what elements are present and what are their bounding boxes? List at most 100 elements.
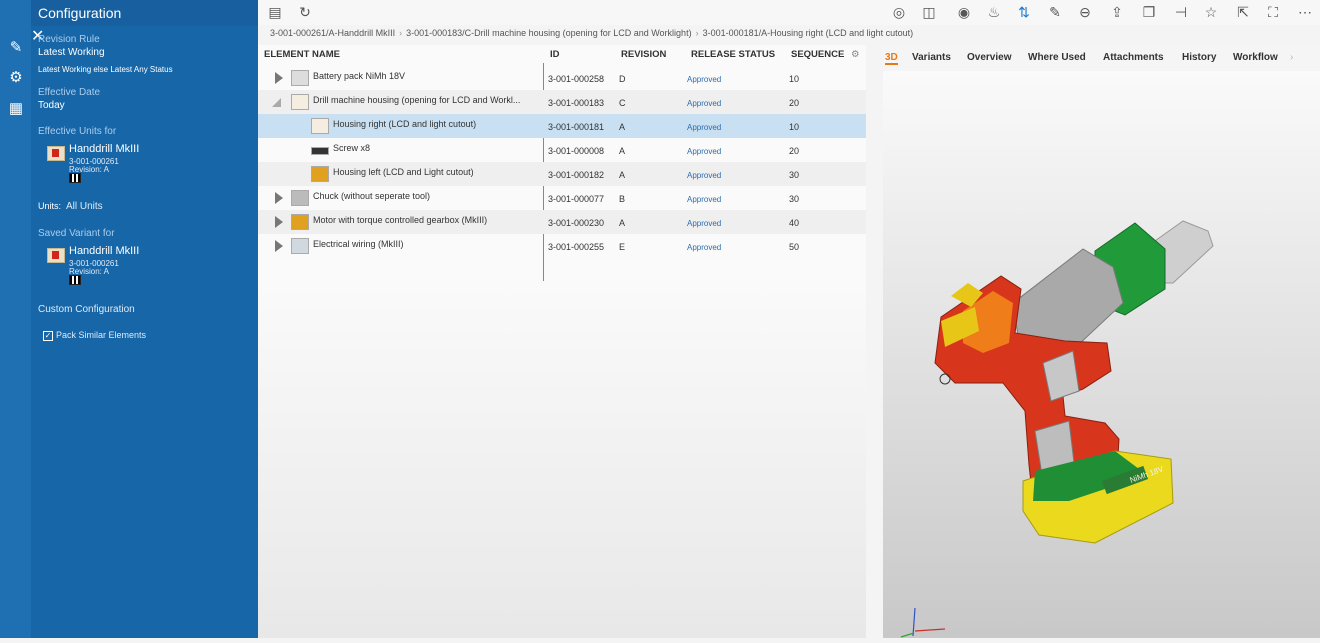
header-revision[interactable]: REVISION	[621, 49, 666, 60]
fit-view-icon[interactable]: ◎	[890, 3, 908, 21]
tab-where-used[interactable]: Where Used	[1028, 52, 1086, 63]
row-id: 3-001-000182	[548, 170, 605, 180]
saved-variant-label: Saved Variant for	[38, 228, 115, 239]
row-sequence: 50	[789, 242, 800, 252]
detail-panel: 3D Variants Overview Where Used Attachme…	[883, 45, 1320, 638]
effective-date-label: Effective Date	[38, 87, 101, 98]
configuration-icon[interactable]: ✎	[6, 38, 26, 58]
chevron-right-icon[interactable]: ›	[1290, 52, 1293, 63]
expand-icon[interactable]	[275, 72, 283, 84]
effective-unit-card[interactable]: Handdrill MkIII 3-001-000261 Revision: A	[47, 143, 247, 183]
toggle-panel-icon[interactable]: ▤	[266, 3, 284, 21]
share-icon[interactable]: ⇪	[1108, 3, 1126, 21]
table-row-selected[interactable]: Housing right (LCD and light cutout) 3-0…	[258, 114, 866, 138]
row-revision: A	[619, 170, 626, 180]
tab-overview[interactable]: Overview	[967, 52, 1011, 63]
row-status: Approved	[687, 243, 722, 252]
row-status: Approved	[687, 99, 722, 108]
row-id: 3-001-000258	[548, 74, 605, 84]
row-id: 3-001-000008	[548, 146, 605, 156]
drill-thumbnail	[47, 146, 65, 161]
custom-configuration-link[interactable]: Custom Configuration	[38, 304, 135, 315]
header-element-name[interactable]: ELEMENT NAME	[264, 49, 340, 60]
breadcrumb-item[interactable]: 3-001-000181/A-Housing right (LCD and li…	[703, 28, 914, 38]
row-revision: A	[619, 218, 626, 228]
breadcrumb-item[interactable]: 3-001-000261/A-Handdrill MkIII	[270, 28, 395, 38]
table-row[interactable]: Drill machine housing (opening for LCD a…	[258, 90, 866, 114]
drill-model: NiMh 18V	[900, 220, 1214, 638]
row-status: Approved	[687, 147, 722, 156]
more-icon[interactable]: ⋯	[1296, 3, 1314, 21]
row-status: Approved	[687, 195, 722, 204]
units-value[interactable]: All Units	[66, 201, 103, 212]
row-sequence: 40	[789, 218, 800, 228]
tab-history[interactable]: History	[1182, 52, 1216, 63]
revision-rule-detail: Latest Working else Latest Any Status	[38, 65, 173, 74]
saved-variant-card[interactable]: Handdrill MkIII 3-001-000261 Revision: A	[47, 245, 247, 285]
breadcrumb-item[interactable]: 3-001-000183/C-Drill machine housing (op…	[406, 28, 691, 38]
header-release-status[interactable]: RELEASE STATUS	[691, 49, 775, 60]
header-sequence[interactable]: SEQUENCE	[791, 49, 844, 60]
row-status: Approved	[687, 219, 722, 228]
structure-table: ELEMENT NAME ID REVISION RELEASE STATUS …	[258, 45, 866, 638]
revision-rule-value[interactable]: Latest Working	[38, 47, 105, 58]
edit-icon[interactable]: ✎	[1046, 3, 1064, 21]
chevron-right-icon: ›	[695, 28, 699, 38]
screw-thumbnail	[311, 147, 329, 155]
3d-viewport[interactable]: NiMh 18V	[883, 71, 1320, 638]
row-status: Approved	[687, 75, 722, 84]
detail-tabs: 3D Variants Overview Where Used Attachme…	[883, 45, 1320, 71]
effective-date-value[interactable]: Today	[38, 100, 65, 111]
expand-icon[interactable]	[275, 192, 283, 204]
structure-icon[interactable]: ⚙	[6, 68, 26, 88]
pack-similar-checkbox[interactable]: ✓	[43, 331, 53, 341]
tab-attachments[interactable]: Attachments	[1103, 52, 1164, 63]
row-revision: A	[619, 122, 626, 132]
table-row[interactable]: Housing left (LCD and Light cutout) 3-00…	[258, 162, 866, 186]
tab-3d[interactable]: 3D	[885, 52, 898, 65]
open-external-icon[interactable]: ⇱	[1234, 3, 1252, 21]
row-sequence: 30	[789, 170, 800, 180]
row-name: Battery pack NiMh 18V	[313, 71, 406, 81]
row-revision: C	[619, 98, 626, 108]
housing-thumbnail	[291, 94, 309, 110]
paint-icon[interactable]: ♨	[985, 3, 1003, 21]
configuration-panel: Configuration ✕ Revision Rule Latest Wor…	[31, 0, 258, 638]
table-body: Battery pack NiMh 18V 3-001-000258 D App…	[258, 63, 866, 281]
sync-icon[interactable]: ⇅	[1015, 3, 1033, 21]
expand-icon[interactable]	[275, 216, 283, 228]
remove-icon[interactable]: ⊖	[1076, 3, 1094, 21]
table-row[interactable]: Chuck (without seperate tool) 3-001-0000…	[258, 186, 866, 210]
row-name: Motor with torque controlled gearbox (Mk…	[313, 215, 488, 225]
tab-workflow[interactable]: Workflow	[1233, 52, 1278, 63]
table-row[interactable]: Motor with torque controlled gearbox (Mk…	[258, 210, 866, 234]
row-id: 3-001-000255	[548, 242, 605, 252]
tab-variants[interactable]: Variants	[912, 52, 951, 63]
table-row[interactable]: Battery pack NiMh 18V 3-001-000258 D App…	[258, 66, 866, 90]
header-id[interactable]: ID	[550, 49, 560, 60]
camera-icon[interactable]: ◫	[920, 3, 938, 21]
visibility-icon[interactable]: ◉	[955, 3, 973, 21]
toolbar: ▤ ↻ ◎ ◫ ◉ ♨ ⇅ ✎ ⊖ ⇪ ❐ ⊣ ☆ ⇱ ⛶ ⋯	[258, 0, 1320, 25]
drill-thumbnail	[47, 248, 65, 263]
row-revision: D	[619, 74, 626, 84]
table-row[interactable]: Screw x8 3-001-000008 A Approved 20	[258, 138, 866, 162]
chuck-thumbnail	[291, 190, 309, 206]
row-name: Electrical wiring (MkIII)	[313, 239, 404, 249]
favorite-icon[interactable]: ☆	[1202, 3, 1220, 21]
collapse-icon[interactable]	[272, 98, 281, 107]
table-row[interactable]: Electrical wiring (MkIII) 3-001-000255 E…	[258, 234, 866, 258]
revision-rule-label: Revision Rule	[38, 34, 100, 45]
fullscreen-icon[interactable]: ⛶	[1264, 3, 1282, 21]
settings-icon[interactable]: ⚙	[851, 49, 860, 60]
expand-icon[interactable]	[275, 240, 283, 252]
document-icon[interactable]: ▦	[6, 99, 26, 119]
refresh-icon[interactable]: ↻	[296, 3, 314, 21]
row-sequence: 20	[789, 146, 800, 156]
row-sequence: 10	[789, 74, 800, 84]
copy-icon[interactable]: ❐	[1140, 3, 1158, 21]
row-revision: A	[619, 146, 626, 156]
chevron-right-icon: ›	[399, 28, 403, 38]
checkered-flag-icon	[69, 275, 81, 285]
pin-icon[interactable]: ⊣	[1172, 3, 1190, 21]
